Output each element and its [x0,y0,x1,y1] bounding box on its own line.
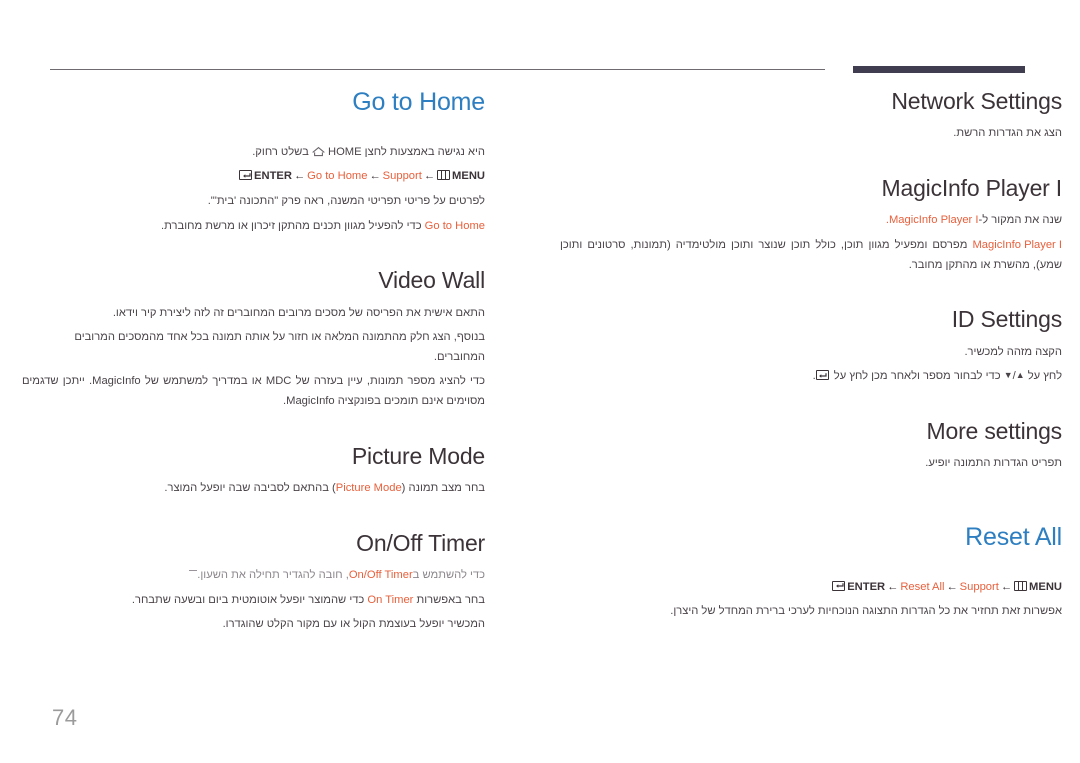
breadcrumb-separator: ← [423,170,436,183]
section-network-settings: Network Settings הצג את הגדרות הרשת. [560,88,1062,144]
text-fragment: , חובה להגדיר תחילה את השעון. [197,569,349,581]
reset-all-breadcrumb: ENTER ← Reset All ← Support ← MENU [560,578,1062,598]
heading-network-settings: Network Settings [891,88,1062,114]
heading-picture-mode: Picture Mode [351,442,485,469]
breadcrumb-separator: ← [946,580,958,593]
section-reset-all: Reset All ENTER ← Reset All ← Support ← MENU א… [560,523,1062,622]
section-id-settings: ID Settings הקצה מזהה למכשיר. לחץ על ▲/▼… [560,306,1063,387]
text-fragment: בשלט רחוק. [252,145,312,158]
text-fragment: בחר מצב תמונה ( [401,481,485,494]
breadcrumb-item-support: Support [959,580,999,593]
section-magicinfo-player-i: MagicInfo Player I שנה את המקור ל-MagicI… [560,175,1062,275]
text-fragment: כדי שהמוצר יופעל אוטומטית ביום ובשעה שתב… [131,593,368,606]
heading-go-to-home: Go to Home [352,88,485,116]
section-go-to-home: Go to Home היא נגישה באמצעות לחצן HOME ב… [22,88,485,236]
breadcrumb-separator: ← [369,170,381,183]
left-column: Network Settings הצג את הגדרות הרשת. Mag… [540,88,1080,640]
home-icon [312,145,325,156]
enter-key-icon [815,370,829,381]
picture-mode-desc: בחר מצב תמונה (Picture Mode) בהתאם לסביב… [22,479,485,499]
text-fragment: לחץ על [1024,370,1062,383]
triangle-up-icon: ▲ [1015,370,1025,381]
id-settings-instruction: לחץ על ▲/▼ כדי לבחור מספר ולאחר מכן לחץ … [560,367,1062,387]
chapter-tab-bar [853,66,1025,73]
accent-go-to-home: Go to Home [424,219,485,232]
breadcrumb-item-reset-all: Reset All [900,580,945,593]
triangle-down-icon: ▼ [1003,370,1013,381]
video-wall-desc-1: התאם אישית את הפריסה של מסכים מרובים המח… [112,306,485,319]
breadcrumb-separator: ← [1000,580,1013,593]
text-fragment: כדי להשתמש ב [412,569,485,581]
id-settings-desc: הקצה מזהה למכשיר. [964,345,1062,358]
video-wall-desc-2: בנוסף, הצג חלק מהתמונה המלאה או חזור על … [74,331,485,363]
breadcrumb-item-menu: MENU [452,170,485,183]
magicinfo-description: MagicInfo Player I מפרסם ומפעיל מגוון תו… [560,236,1062,275]
video-wall-desc-3: כדי להציג מספר תמונות, עיין בעזרה של MDC… [22,375,485,407]
breadcrumb-item-menu: MENU [1029,580,1062,593]
section-picture-mode: Picture Mode בחר מצב תמונה (Picture Mode… [22,443,485,499]
more-settings-desc: תפריט הגדרות התמונה יופיע. [925,457,1062,470]
breadcrumb-item-support: Support [382,170,422,183]
network-settings-desc: הצג את הגדרות הרשת. [953,127,1062,140]
go-to-home-access-desc: היא נגישה באמצעות לחצן HOME בשלט רחוק. [22,143,485,163]
heading-more-settings: More settings [926,417,1063,444]
text-fragment: בחר באפשרות [413,593,485,606]
manual-page: Network Settings הצג את הגדרות הרשת. Mag… [0,0,1080,763]
breadcrumb-item-go-to-home: Go to Home [307,170,368,183]
go-to-home-content-desc: Go to Home כדי להפעיל מגוון תכנים מהתקן … [22,217,485,237]
go-to-home-submenu-note: לפרטים על פריטי תפריטי המשנה, ראה פרק "ה… [207,194,485,207]
on-timer-desc: בחר באפשרות On Timer כדי שהמוצר יופעל או… [22,591,485,611]
menu-icon [437,170,451,181]
accent-on-off-timer: On/Off Timer [348,569,413,581]
breadcrumb-separator: ← [887,580,899,593]
section-more-settings: More settings תפריט הגדרות התמונה יופיע. [560,418,1062,474]
accent-magicinfo-player-i: MagicInfo Player I [888,214,979,227]
text-fragment: ) בהתאם לסביבה שבה יופעל המוצר. [164,481,336,494]
accent-magicinfo-player-i-2: MagicInfo Player I [972,239,1062,252]
text-fragment: כדי לבחור מספר ולאחר מכן לחץ על [830,370,1004,383]
content-columns: Network Settings הצג את הגדרות הרשת. Mag… [0,88,1080,640]
section-video-wall: Video Wall התאם אישית את הפריסה של מסכים… [22,267,485,411]
heading-reset-all: Reset All [965,522,1062,551]
heading-video-wall: Video Wall [378,267,485,294]
header-rules [0,66,1080,76]
text-fragment: היא נגישה באמצעות לחצן HOME [324,145,485,158]
breadcrumb-separator: ← [293,170,306,183]
enter-key-icon [239,170,253,181]
accent-picture-mode: Picture Mode [335,481,402,494]
header-divider-line [50,69,825,70]
menu-icon [1014,580,1028,591]
magicinfo-source-desc: שנה את המקור ל-MagicInfo Player I. [560,211,1062,231]
breadcrumb-item-enter: ENTER [847,580,886,593]
heading-magicinfo-player-i: MagicInfo Player I [881,175,1063,202]
text-fragment: כדי להפעיל מגוון תכנים מהתקן זיכרון או מ… [161,219,425,232]
heading-id-settings: ID Settings [951,306,1062,333]
breadcrumb-item-enter: ENTER [254,170,292,183]
heading-on-off-timer: On/Off Timer [356,529,485,556]
text-fragment: שנה את המקור ל- [978,214,1063,227]
enter-key-icon [832,580,846,591]
section-on-off-timer: On/Off Timer כדי להשתמש בOn/Off Timer, ח… [22,530,485,635]
page-number: 74 [52,705,78,730]
on-timer-volume-desc: המכשיר יופעל בעוצמת הקול או עם מקור הקלט… [222,618,485,631]
on-off-timer-clock-note: כדי להשתמש בOn/Off Timer, חובה להגדיר תח… [22,566,485,586]
reset-all-desc: אפשרות זאת תחזיר את כל הגדרות התצוגה הנו… [670,605,1062,618]
right-column: Go to Home היא נגישה באמצעות לחצן HOME ב… [0,88,540,640]
go-to-home-breadcrumb: ENTER ← Go to Home ← Support ← MENU [22,167,485,187]
accent-on-timer: On Timer [367,593,414,606]
